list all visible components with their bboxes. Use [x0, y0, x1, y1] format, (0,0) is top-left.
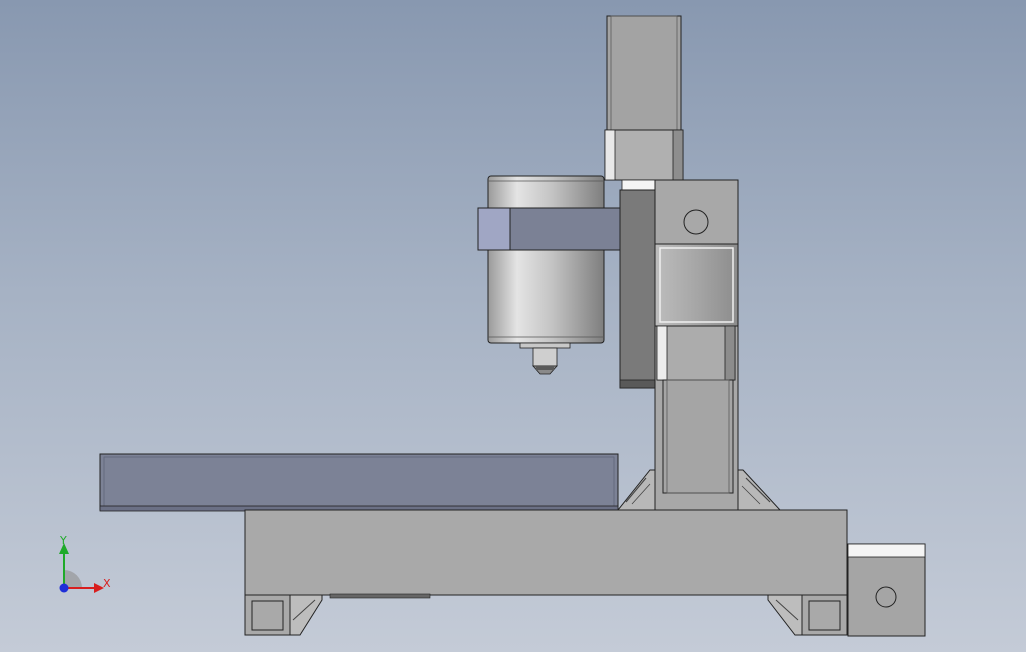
- base-frame[interactable]: [244, 509, 848, 636]
- spindle-clamp[interactable]: [477, 207, 623, 251]
- cad-viewport[interactable]: Y X: [0, 0, 1026, 652]
- coordinate-triad: Y X: [59, 534, 111, 593]
- worktable[interactable]: [99, 453, 619, 512]
- x-axis-label: X: [103, 577, 111, 590]
- z-carriage[interactable]: [619, 189, 659, 389]
- spindle-motor[interactable]: [487, 175, 605, 375]
- column-gusset-left: [616, 469, 656, 511]
- cad-model-drawing[interactable]: Y X: [0, 0, 1026, 652]
- stepper-motor-z[interactable]: [604, 15, 684, 191]
- stepper-motor-y[interactable]: [654, 243, 739, 494]
- stepper-motor-x[interactable]: [847, 543, 926, 637]
- column-gusset-right: [737, 469, 782, 511]
- y-axis-label: Y: [59, 534, 67, 547]
- z-axis-dot-icon: [59, 583, 69, 593]
